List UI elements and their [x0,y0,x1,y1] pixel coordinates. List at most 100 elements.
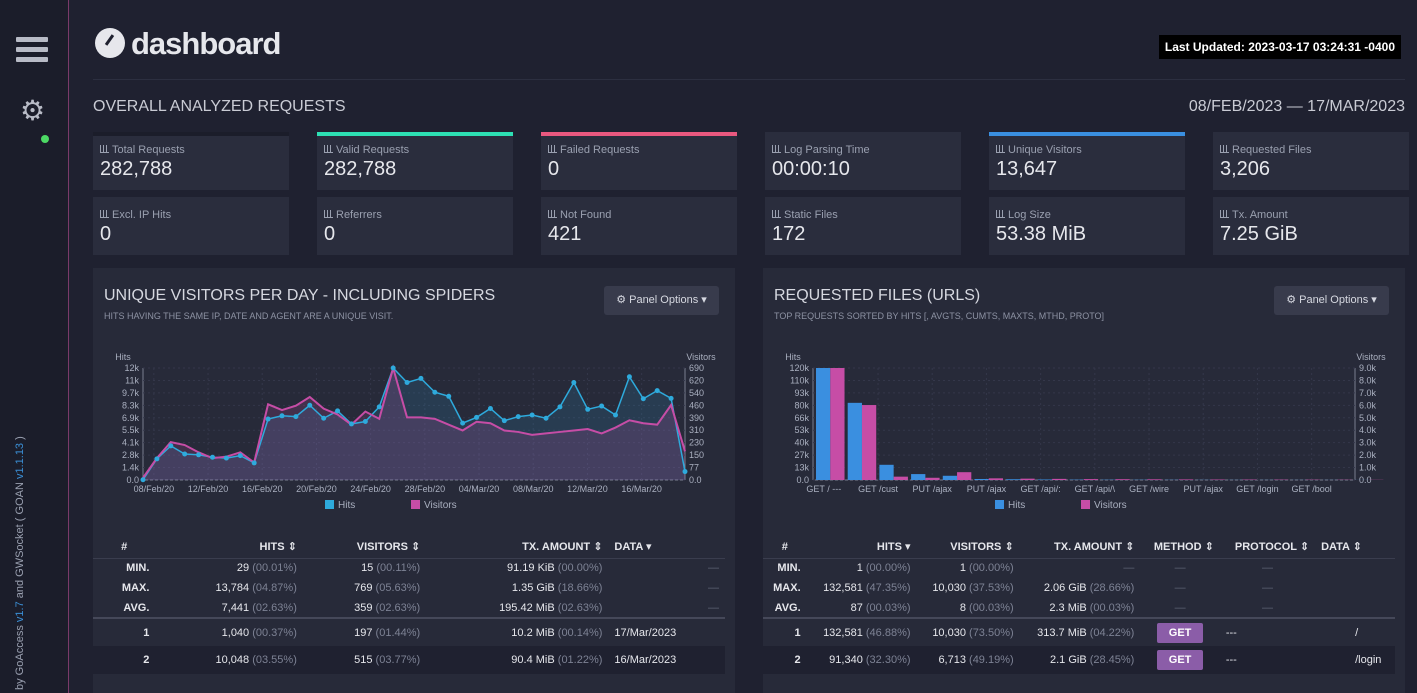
metric-card: Unique Visitors 13,647 [989,132,1185,190]
metric-label: Excl. IP Hits [100,209,171,221]
goaccess-link[interactable]: GoAccess [14,625,26,675]
legend-label: Visitors [424,500,457,511]
column-header[interactable]: TX. AMOUNT ⇕ [426,536,608,558]
column-header[interactable]: DATA ▾ [608,536,725,558]
y-tick-label: 53k [794,425,809,435]
column-header[interactable]: TX. AMOUNT ⇕ [1020,536,1141,558]
metric-card: Total Requests 282,788 [93,132,289,190]
last-updated: Last Updated: 2023-03-17 03:24:31 -0400 [1158,35,1401,59]
sidebar: ⚙ by GoAccess v1.7 and GWSocket ( GOAN v… [0,0,69,693]
tx-cell: 10.2 MiB (00.14%) [511,626,603,639]
column-header[interactable]: PROTOCOL ⇕ [1220,536,1315,558]
column-header[interactable]: VISITORS ⇕ [303,536,426,558]
bar-chart-icon [548,210,557,218]
hits-cell: 91,340 (32.30%) [829,654,911,666]
metric-label: Log Size [996,209,1051,221]
x-tick-label: GET /cust [858,484,898,494]
legend-label: Visitors [1094,500,1127,511]
metric-card: Tx. Amount 7.25 GiB [1213,197,1409,255]
hits-point [640,396,646,402]
method-cell: GET [1140,618,1219,646]
panel-options-button[interactable]: ⚙ Panel Options ▾ [604,286,719,315]
gear-icon[interactable]: ⚙ [20,97,46,125]
top-bar: dashboard Last Updated: 2023-03-17 03:24… [93,24,1405,80]
tx-cell: 90.4 MiB (01.22%) [511,654,603,666]
method-badge: GET [1156,622,1204,643]
metric-label: Static Files [772,209,838,221]
hits-point [682,469,688,475]
metric-label: Total Requests [100,144,185,156]
panel-options-button[interactable]: ⚙ Panel Options ▾ [1274,286,1389,315]
data-cell [1315,578,1395,598]
hits-point [168,443,174,449]
visitors-cell: 8 (00.03%) [959,601,1014,614]
hits-point [321,415,327,421]
column-header[interactable]: DATA ⇕ [1315,536,1395,558]
column-header[interactable]: VISITORS ⇕ [917,536,1020,558]
hits-cell: 29 (00.01%) [236,562,297,575]
legend-label: Hits [1008,500,1025,511]
hits-bar [879,464,894,480]
visitors-bar [925,477,940,480]
summary-row: MAX. 13,784 (04.87%) 769 (05.63%) 1.35 GiB … [93,578,725,598]
metric-card: Requested Files 3,206 [1213,132,1409,190]
bar-chart-icon [996,145,1005,153]
summary-row: MAX. 132,581 (47.35%) 10,030 (37.53%) 2.06 … [763,578,1395,598]
hits-point [279,413,285,419]
metric-label: Unique Visitors [996,144,1082,156]
bar-chart-icon [1220,145,1229,153]
metric-value: 282,788 [324,158,397,180]
table-row[interactable]: 1 132,581 (46.88%) 10,030 (73.50%) 313.7 Mi… [763,618,1395,646]
hits-cell: 132,581 (47.35%) [823,582,911,594]
protocol-cell: — [1261,601,1273,614]
legend-swatch [325,500,334,509]
visitors-bar [1147,479,1162,480]
column-header[interactable]: HITS ⇕ [155,536,302,558]
metric-card: Referrers 0 [317,197,513,255]
protocol-cell: --- [1225,654,1237,666]
metric-label: Referrers [324,209,382,221]
column-header[interactable]: METHOD ⇕ [1140,536,1219,558]
hits-cell: 7,441 (02.63%) [221,601,297,614]
hits-bar [847,402,862,480]
hits-bar [974,478,989,480]
y2-tick-label: 7.0k [1359,388,1377,398]
summary-row: AVG. 7,441 (02.63%) 359 (02.63%) 195.42 MiB… [93,598,725,618]
row-label: MAX. [773,582,801,594]
metric-value: 00:00:10 [772,158,850,180]
y-tick-label: 93k [794,388,809,398]
data-cell [1315,598,1395,618]
hits-point [251,460,257,466]
hits-point [626,374,632,380]
hits-point [237,453,243,459]
bar-chart-icon [100,145,109,153]
tx-cell: 91.19 KiB (00.00%) [507,562,603,575]
files-panel: REQUESTED FILES (URLS) TOP REQUESTS SORT… [763,268,1405,693]
y2-tick-label: 390 [689,413,704,423]
menu-icon[interactable] [16,37,48,63]
column-header[interactable]: HITS ▾ [807,536,917,558]
y2-tick-label: 620 [689,375,704,385]
hits-point [265,416,271,422]
data-cell: — [708,582,719,594]
row-label: AVG. [123,601,150,614]
y-tick-label: 6.9k [122,413,140,423]
table-row[interactable]: 1 1,040 (00.37%) 197 (01.44%) 10.2 MiB (00.… [93,618,725,646]
visitors-cell: 197 (01.44%) [354,626,421,639]
hits-point [613,412,619,418]
hits-bar [911,474,926,480]
table-row[interactable]: 2 10,048 (03.55%) 515 (03.77%) 90.4 MiB (01… [93,646,725,674]
connection-status-dot [41,135,49,143]
metric-card: Log Parsing Time 00:00:10 [765,132,961,190]
x-tick-label: GET /api/: [1020,484,1060,494]
data-cell: 17/Mar/2023 [614,626,677,639]
protocol-cell: — [1261,582,1273,594]
y-tick-label: 120k [789,363,809,373]
hits-point [501,418,507,424]
hits-point [571,379,577,385]
x-tick-label: PUT /ajax [1184,484,1224,494]
gwsocket-link[interactable]: GWSocket [14,524,26,577]
table-row[interactable]: 2 91,340 (32.30%) 6,713 (49.19%) 2.1 GiB (2… [763,646,1395,674]
visitors-bar [861,405,877,480]
y2-tick-label: 3.0k [1359,438,1377,448]
